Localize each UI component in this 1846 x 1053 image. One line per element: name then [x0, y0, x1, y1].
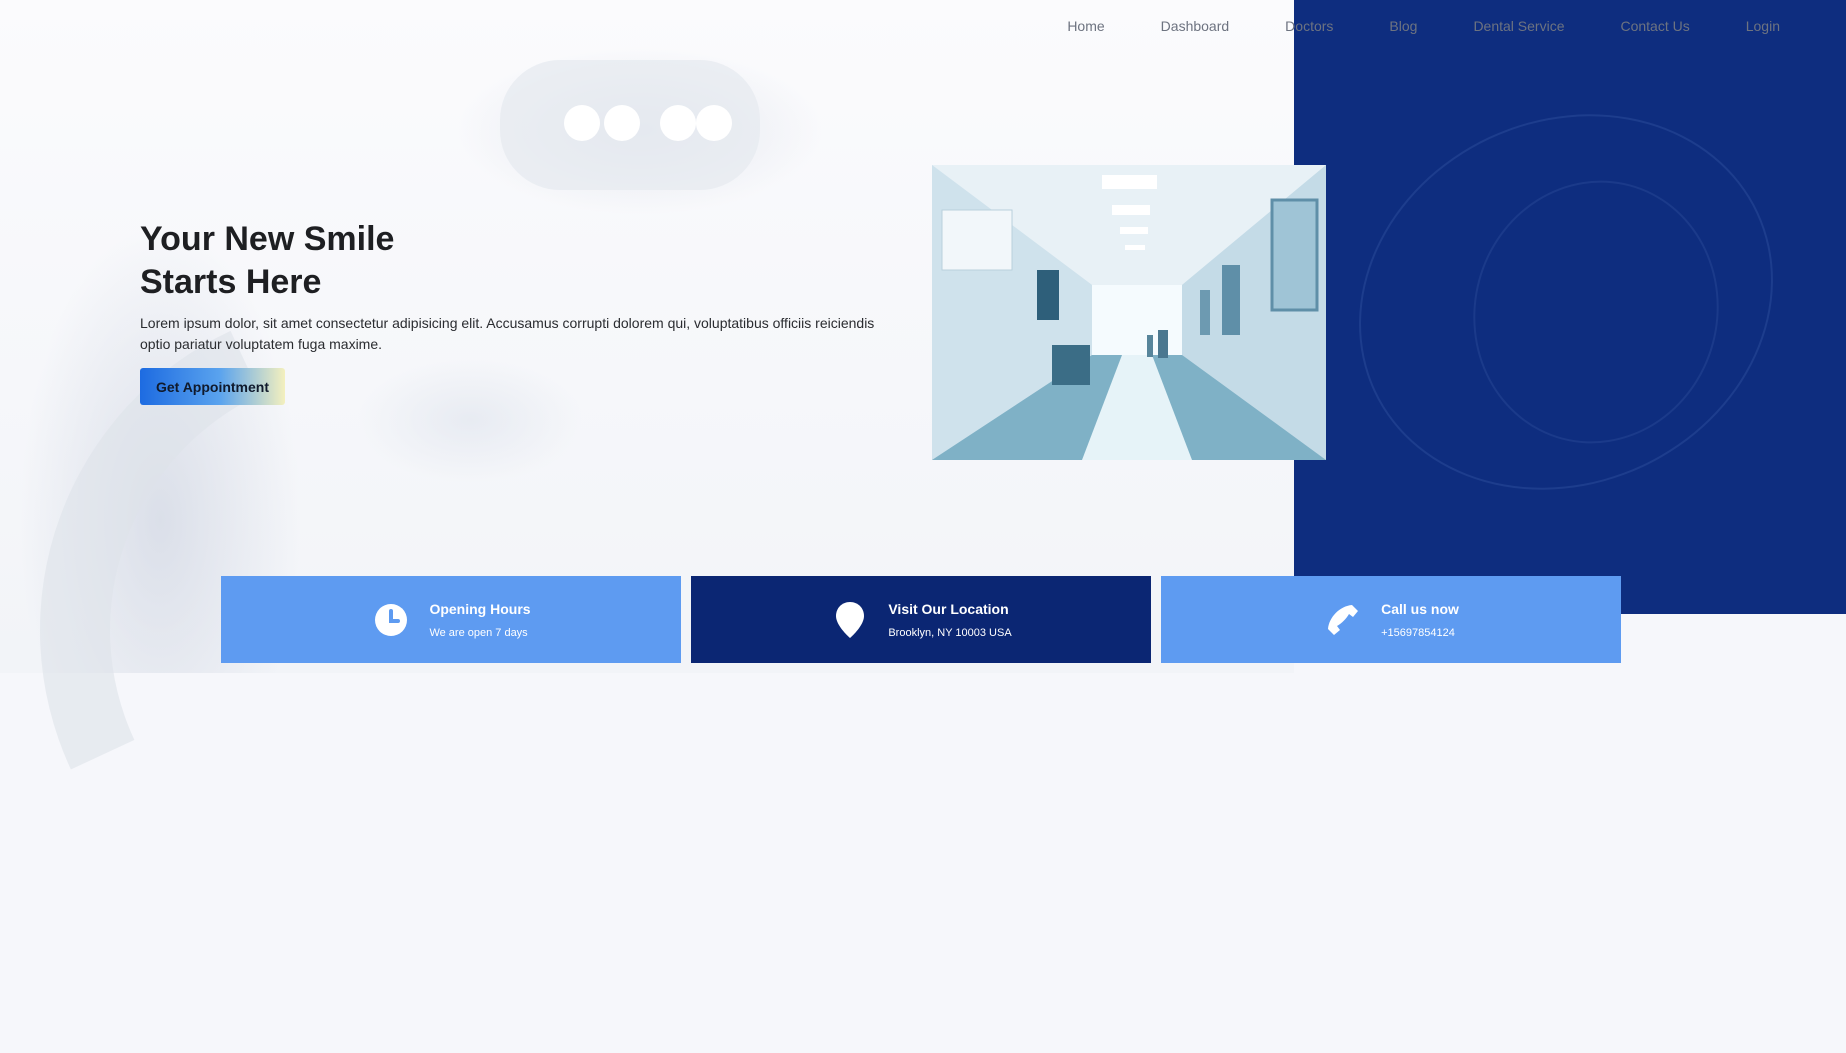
call-card: Call us now +15697854124 [1161, 576, 1621, 663]
opening-hours-card: Opening Hours We are open 7 days [221, 576, 681, 663]
main-nav: Home Dashboard Doctors Blog Dental Servi… [1067, 0, 1846, 52]
clock-icon [371, 600, 411, 640]
hero-title: Your New Smile Starts Here [140, 218, 540, 304]
location-title: Visit Our Location [888, 600, 1009, 617]
opening-hours-title: Opening Hours [429, 600, 531, 617]
info-cards: Opening Hours We are open 7 days Visit O… [221, 576, 1621, 663]
nav-dental-service[interactable]: Dental Service [1473, 18, 1564, 34]
call-title: Call us now [1381, 600, 1459, 617]
blue-accent-panel [1294, 0, 1846, 614]
location-address: Brooklyn, NY 10003 USA [888, 626, 1012, 639]
hero-title-line-2: Starts Here [140, 263, 322, 301]
get-appointment-button[interactable]: Get Appointment [140, 368, 285, 405]
nav-dashboard[interactable]: Dashboard [1161, 18, 1230, 34]
location-pin-icon [830, 600, 870, 640]
nav-blog[interactable]: Blog [1389, 18, 1417, 34]
opening-hours-subtitle: We are open 7 days [429, 626, 528, 639]
nav-home[interactable]: Home [1067, 18, 1104, 34]
nav-login[interactable]: Login [1746, 18, 1780, 34]
nav-contact-us[interactable]: Contact Us [1620, 18, 1689, 34]
nav-doctors[interactable]: Doctors [1285, 18, 1333, 34]
background-dental-lamp [500, 60, 760, 190]
hospital-corridor-image [932, 165, 1326, 460]
phone-icon [1323, 600, 1363, 640]
call-phone-number[interactable]: +15697854124 [1381, 627, 1459, 639]
hero-description: Lorem ipsum dolor, sit amet consectetur … [140, 315, 875, 352]
location-card: Visit Our Location Brooklyn, NY 10003 US… [691, 576, 1151, 663]
hero-title-line-1: Your New Smile [140, 220, 395, 258]
